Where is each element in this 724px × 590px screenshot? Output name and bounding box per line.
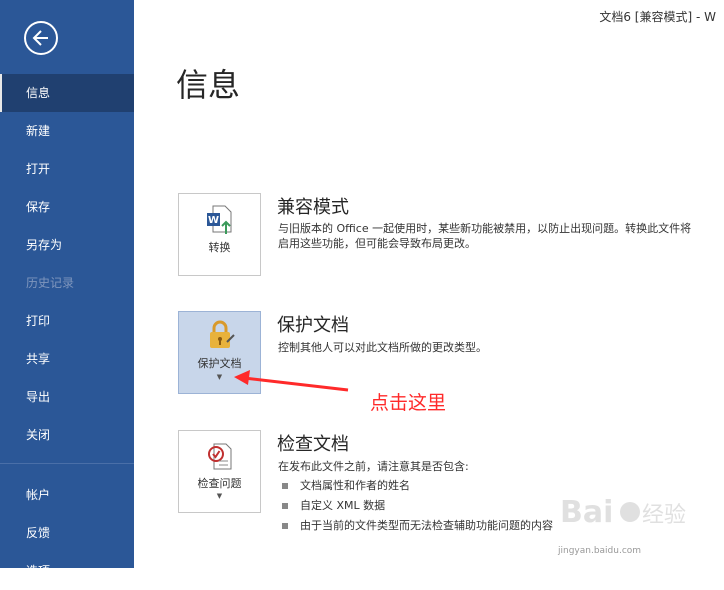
inspect-bullet-text: 由于当前的文件类型而无法检查辅助功能问题的内容 (300, 519, 553, 532)
page-title: 信息 (176, 66, 241, 104)
list-item: 由于当前的文件类型而无法检查辅助功能问题的内容 (282, 517, 553, 533)
inspect-desc: 在发布此文件之前，请注意其是否包含: (278, 460, 469, 473)
nav-new[interactable]: 新建 (0, 112, 134, 150)
inspect-title: 检查文档 (277, 434, 349, 455)
convert-label: 转换 (208, 241, 231, 254)
red-arrow-annotation (234, 370, 349, 392)
word-convert-icon: W (206, 205, 231, 234)
nav-export[interactable]: 导出 (0, 378, 134, 416)
nav-open[interactable]: 打开 (0, 150, 134, 188)
click-here-callout: 点击这里 (370, 392, 447, 414)
nav-print[interactable]: 打印 (0, 302, 134, 340)
nav-history: 历史记录 (26, 276, 75, 290)
back-arrow-icon (32, 30, 48, 46)
svg-text:Bai: Bai (560, 495, 613, 530)
nav-save-as[interactable]: 另存为 (0, 226, 134, 264)
compat-section: W 转换 兼容模式 与旧版本的 Office 一起使用时，某些新功能被禁用，以防… (178, 193, 724, 283)
watermark-url: jingyan.baidu.com (558, 546, 642, 556)
inspect-bullet-text: 文档属性和作者的姓名 (300, 479, 410, 492)
check-issues-button[interactable]: 检查问题 ▼ (178, 430, 261, 513)
compat-desc-line1: 与旧版本的 Office 一起使用时，某些新功能被禁用，以防止出现问题。转换此文… (278, 222, 692, 235)
nav-info[interactable]: 信息 (0, 74, 134, 112)
convert-button[interactable]: W 转换 (178, 193, 261, 276)
nav-feedback[interactable]: 反馈 (0, 514, 134, 552)
svg-text:W: W (207, 215, 218, 226)
protect-desc: 控制其他人可以对此文档所做的更改类型。 (278, 341, 487, 354)
list-item: 自定义 XML 数据 (282, 497, 385, 513)
baidu-watermark-logo: Bai 经验 (560, 495, 686, 530)
nav-account[interactable]: 帐户 (0, 476, 134, 514)
nav-divider (0, 463, 134, 464)
backstage-sidebar: 信息 新建 打开 保存 另存为 历史记录 打印 共享 导出 关闭 帐户 反馈 选… (0, 0, 134, 578)
nav-close[interactable]: 关闭 (0, 416, 134, 454)
inspect-document-icon (207, 443, 231, 470)
chevron-down-icon: ▼ (216, 492, 223, 500)
bullet-icon (282, 483, 288, 489)
bullet-icon (282, 503, 288, 509)
back-button[interactable] (24, 21, 58, 55)
bullet-icon (282, 523, 288, 529)
lock-key-icon (209, 320, 235, 348)
svg-text:经验: 经验 (642, 503, 686, 528)
compat-desc-line2: 启用这些功能，但可能会导致布局更改。 (278, 237, 476, 250)
inspect-bullet-text: 自定义 XML 数据 (300, 499, 386, 512)
protect-title: 保护文档 (277, 315, 349, 336)
check-issues-label: 检查问题 (197, 477, 242, 490)
compat-title: 兼容模式 (277, 197, 349, 218)
nav-options[interactable]: 选项 (0, 552, 134, 590)
chevron-down-icon: ▼ (216, 373, 223, 381)
nav-share[interactable]: 共享 (0, 340, 134, 378)
nav-save[interactable]: 保存 (0, 188, 134, 226)
document-title: 文档6 [兼容模式] - W (599, 10, 716, 24)
list-item: 文档属性和作者的姓名 (282, 477, 410, 493)
